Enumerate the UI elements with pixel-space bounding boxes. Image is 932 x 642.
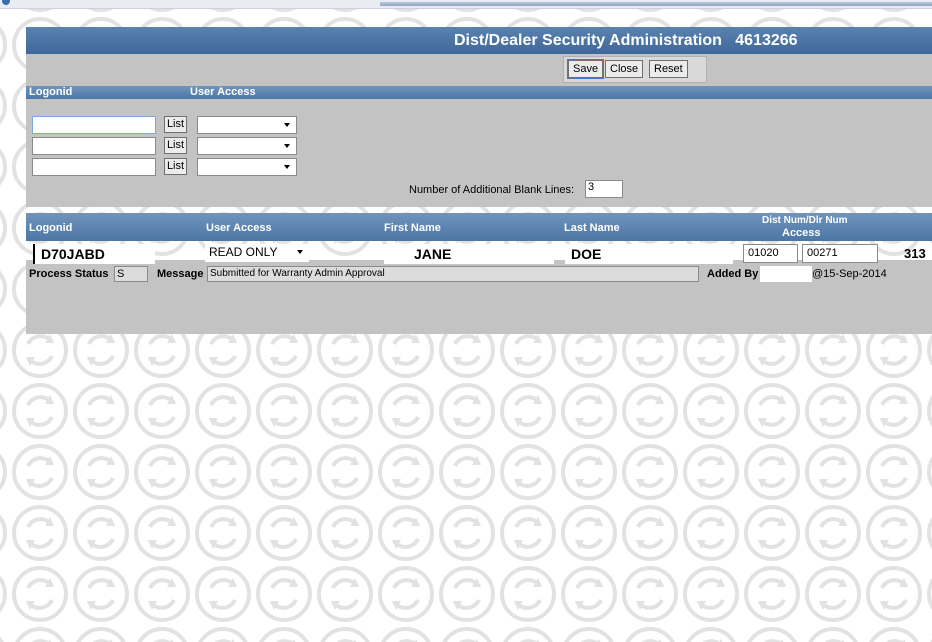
logonid-column-header: Logonid [29,222,73,234]
dist-num-field[interactable]: 01020 [743,244,798,263]
access-column-header: Access [782,227,821,239]
new-logonid-input-2[interactable] [32,137,156,155]
first-name-column-header: First Name [384,222,441,234]
save-button[interactable]: Save [566,59,605,79]
blank-lines-label: Number of Additional Blank Lines: [409,184,575,196]
browser-top-strip [0,0,932,9]
added-date: @15-Sep-2014 [812,268,887,280]
new-user-access-select-1[interactable] [197,116,297,134]
browser-logo-icon [2,0,10,5]
browser-progress-strip [380,2,932,6]
chevron-down-icon [284,123,290,127]
new-logonid-input-3[interactable] [32,158,156,176]
process-status-label: Process Status [29,268,109,280]
last-name-column-header: Last Name [564,222,620,234]
add-user-access-header: User Access [190,86,256,98]
add-users-header: Logonid User Access [26,86,932,99]
user-access-select[interactable]: READ ONLY [205,244,309,262]
process-status-field: S [114,266,148,282]
page-title-bar: Dist/Dealer Security Administration 4613… [26,27,932,54]
toolbar-panel [26,54,932,86]
dlr-num-field[interactable]: 00271 [802,244,878,263]
list-button-3[interactable]: List [164,158,187,175]
added-by-field [760,266,812,282]
blank-lines-input[interactable]: 3 [585,180,623,198]
list-button-1[interactable]: List [164,116,187,133]
new-user-access-select-3[interactable] [197,158,297,176]
last-name-field[interactable]: DOE [565,244,733,264]
page-title-id: 4613266 [735,32,798,49]
message-label: Message [157,268,204,280]
user-access-column-header: User Access [206,222,272,234]
page-title: Dist/Dealer Security Administration 4613… [454,32,798,50]
page-title-text: Dist/Dealer Security Administration [454,32,722,49]
new-logonid-input-1[interactable] [32,116,156,134]
chevron-down-icon [284,165,290,169]
user-access-value: READ ONLY [209,245,278,259]
toolbar: Save Close Reset [563,56,707,83]
extra-column-value: 313 [904,246,926,261]
close-button[interactable]: Close [605,60,644,78]
message-field: Submitted for Warranty Admin Approval [207,266,699,282]
reset-button[interactable]: Reset [649,60,688,78]
list-button-2[interactable]: List [164,137,187,154]
users-header: Logonid User Access First Name Last Name… [26,213,932,241]
added-by-label: Added By [707,268,759,280]
new-user-access-select-2[interactable] [197,137,297,155]
dist-dlr-column-header: Dist Num/Dlr Num [762,215,848,226]
chevron-down-icon [284,144,290,148]
logonid-field[interactable]: D70JABD [33,244,155,264]
chevron-down-icon [297,250,303,254]
first-name-field[interactable]: JANE [384,244,554,264]
add-logonid-header: Logonid [29,86,73,98]
